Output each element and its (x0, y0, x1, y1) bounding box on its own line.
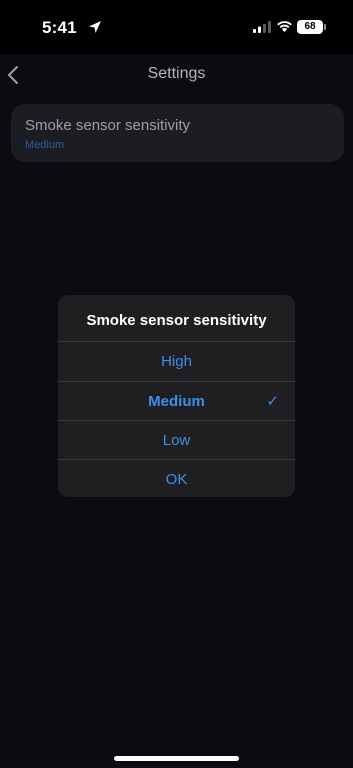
status-bar: 5:41 68 (0, 0, 353, 54)
page-title: Settings (147, 65, 206, 82)
cellular-signal-icon (253, 21, 271, 33)
option-high[interactable]: High (58, 341, 295, 381)
option-label: High (161, 353, 192, 370)
dialog-title: Smoke sensor sensitivity (86, 312, 267, 329)
battery-tip (324, 24, 326, 30)
option-low[interactable]: Low (58, 420, 295, 460)
sensitivity-dialog: Smoke sensor sensitivity High Medium ✓ L… (58, 295, 295, 497)
setting-label: Smoke sensor sensitivity (25, 117, 191, 134)
battery-icon: 68 (297, 20, 323, 34)
checkmark-icon: ✓ (266, 393, 279, 410)
home-indicator[interactable] (114, 756, 239, 761)
ok-button[interactable]: OK (58, 459, 295, 497)
option-medium[interactable]: Medium ✓ (58, 381, 295, 421)
status-time: 5:41 (42, 18, 77, 37)
ok-label: OK (165, 471, 188, 488)
nav-bar: Settings (0, 54, 353, 94)
option-label: Low (162, 432, 191, 449)
setting-value: Medium (25, 139, 65, 151)
option-label: Medium (148, 393, 205, 410)
wifi-icon (277, 21, 292, 32)
location-arrow-icon (89, 21, 101, 33)
smoke-sensitivity-setting[interactable]: Smoke sensor sensitivity Medium (11, 104, 344, 162)
